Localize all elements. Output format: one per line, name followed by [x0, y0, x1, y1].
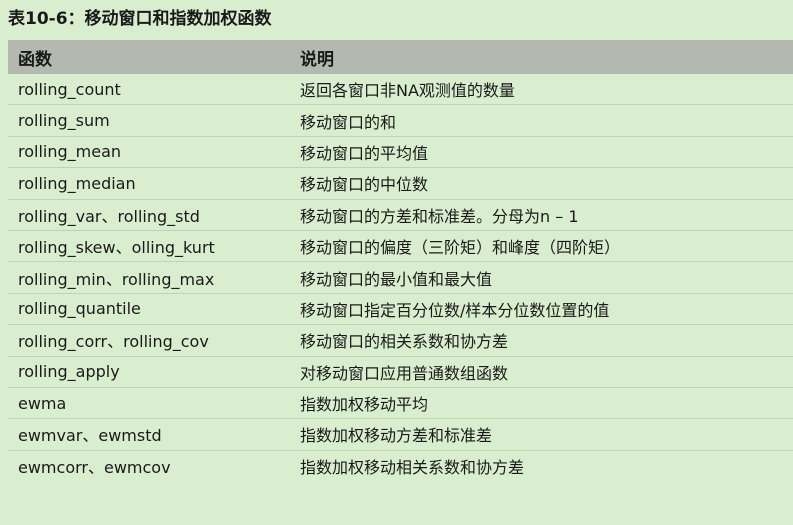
function-description: 移动窗口的平均值	[300, 143, 429, 163]
table-row: ewmvar、ewmstd 指数加权移动方差和标准差	[8, 419, 793, 451]
table-row: rolling_var、rolling_std 移动窗口的方差和标准差。分母为n…	[8, 200, 793, 231]
function-description: 移动窗口指定百分位数/样本分位数位置的值	[300, 300, 610, 320]
functions-table: 函数 说明 rolling_count 返回各窗口非NA观测值的数量 rolli…	[8, 40, 793, 482]
table-row: ewma 指数加权移动平均	[8, 388, 793, 420]
function-description: 移动窗口的和	[300, 112, 397, 132]
function-description: 移动窗口的偏度（三阶矩）和峰度（四阶矩）	[300, 238, 621, 258]
function-name: ewmvar、ewmstd	[18, 426, 162, 446]
table-row: rolling_skew、olling_kurt 移动窗口的偏度（三阶矩）和峰度…	[8, 231, 793, 263]
header-description: 说明	[300, 49, 334, 70]
function-name: ewma	[18, 393, 67, 413]
function-name: rolling_skew、olling_kurt	[18, 238, 215, 258]
table-row: rolling_corr、rolling_cov 移动窗口的相关系数和协方差	[8, 325, 793, 357]
function-description: 移动窗口的中位数	[300, 175, 429, 195]
table-row: rolling_quantile 移动窗口指定百分位数/样本分位数位置的值	[8, 294, 793, 326]
table-row: rolling_count 返回各窗口非NA观测值的数量	[8, 74, 793, 106]
function-name: rolling_quantile	[18, 299, 141, 319]
table-row: rolling_median 移动窗口的中位数	[8, 168, 793, 200]
table-row: ewmcorr、ewmcov 指数加权移动相关系数和协方差	[8, 451, 793, 482]
function-description: 移动窗口的方差和标准差。分母为n – 1	[300, 206, 579, 226]
table-row: rolling_sum 移动窗口的和	[8, 105, 793, 137]
table-caption: 表10-6：移动窗口和指数加权函数	[8, 9, 272, 29]
function-description: 移动窗口的最小值和最大值	[300, 269, 493, 289]
table-row: rolling_min、rolling_max 移动窗口的最小值和最大值	[8, 262, 793, 294]
function-description: 返回各窗口非NA观测值的数量	[300, 81, 515, 101]
function-name: rolling_sum	[18, 111, 110, 131]
function-name: rolling_apply	[18, 362, 120, 382]
table-header: 函数 说明	[8, 40, 793, 74]
function-description: 指数加权移动方差和标准差	[300, 426, 493, 446]
function-name: rolling_mean	[18, 142, 122, 162]
page: 表10-6：移动窗口和指数加权函数 函数 说明 rolling_count 返回…	[0, 0, 793, 525]
function-description: 移动窗口的相关系数和协方差	[300, 332, 509, 352]
function-name: rolling_corr、rolling_cov	[18, 332, 209, 352]
function-name: rolling_min、rolling_max	[18, 269, 215, 289]
function-name: ewmcorr、ewmcov	[18, 458, 171, 478]
table-row: rolling_mean 移动窗口的平均值	[8, 137, 793, 169]
function-name: rolling_median	[18, 173, 136, 193]
header-function: 函数	[18, 49, 52, 70]
function-description: 指数加权移动相关系数和协方差	[300, 458, 525, 478]
function-description: 对移动窗口应用普通数组函数	[300, 363, 509, 383]
table-row: rolling_apply 对移动窗口应用普通数组函数	[8, 357, 793, 388]
function-name: rolling_count	[18, 79, 121, 99]
function-description: 指数加权移动平均	[300, 395, 429, 415]
function-name: rolling_var、rolling_std	[18, 206, 200, 226]
